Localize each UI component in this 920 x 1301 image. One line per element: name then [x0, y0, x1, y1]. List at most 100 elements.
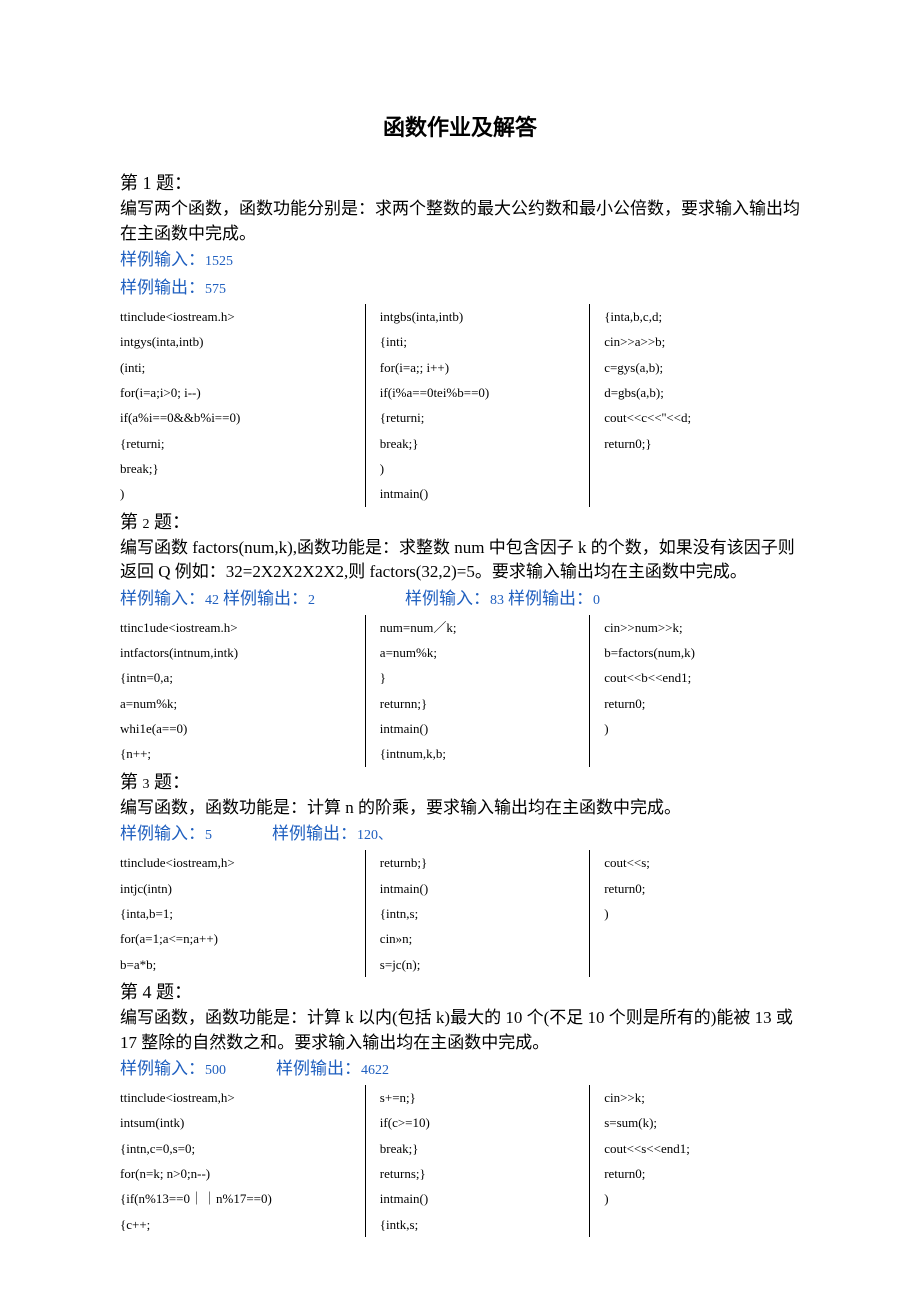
code-col-3: cin>>num>>k; b=factors(num,k) cout<<b<<e… — [589, 615, 800, 767]
code-line: break;} — [120, 456, 357, 481]
code-col-1: ttinclude<iostream.h> intgys(inta,intb) … — [120, 304, 365, 507]
code-line: cin>>num>>k; — [604, 615, 792, 640]
sample-out2-val: 0 — [593, 593, 600, 608]
code-line: cin>>k; — [604, 1085, 792, 1110]
heading-number: 2 — [143, 517, 150, 532]
code-line: break;} — [380, 431, 581, 456]
code-line: if(i%a==0tei%b==0) — [380, 380, 581, 405]
code-line: {intk,s; — [380, 1212, 581, 1237]
code-line: for(i=a;; i++) — [380, 355, 581, 380]
q1-sample-in: 样例输入：1525 — [120, 248, 800, 272]
q1-heading: 第 1 题： — [120, 170, 800, 197]
code-line: s=sum(k); — [604, 1110, 792, 1135]
code-line: {if(n%13==0｜｜n%17==0) — [120, 1186, 357, 1211]
code-line: {n++; — [120, 741, 357, 766]
code-line: whi1e(a==0) — [120, 716, 357, 741]
q2-desc: 编写函数 factors(num,k),函数功能是：求整数 num 中包含因子 … — [120, 536, 800, 585]
code-line: intgbs(inta,intb) — [380, 304, 581, 329]
sample-out-value: 575 — [205, 282, 226, 297]
q2-sample-line: 样例输入：42样例输出：2样例输入：83样例输出：0 — [120, 587, 800, 611]
sample-in1-val: 42 — [205, 593, 219, 608]
code-line: if(c>=10) — [380, 1110, 581, 1135]
code-line: {intn,s; — [380, 901, 581, 926]
code-line: intgys(inta,intb) — [120, 329, 357, 354]
code-line: return0; — [604, 691, 792, 716]
code-line: {returni; — [380, 405, 581, 430]
sample-in2-label: 样例输入： — [405, 589, 490, 608]
code-col-1: ttinclude<iostream,h> intsum(intk) {intn… — [120, 1085, 365, 1237]
code-col-1: ttinc1ude<iostream.h> intfactors(intnum,… — [120, 615, 365, 767]
code-col-2: s+=n;} if(c>=10) break;} returns;} intma… — [365, 1085, 589, 1237]
q4-heading: 第 4 题： — [120, 979, 800, 1006]
heading-prefix: 第 — [120, 512, 143, 532]
code-line: if(a%i==0&&b%i==0) — [120, 405, 357, 430]
q4-desc: 编写函数，函数功能是：计算 k 以内(包括 k)最大的 10 个(不足 10 个… — [120, 1006, 800, 1055]
q1-sample-out: 样例输出：575 — [120, 276, 800, 300]
q4-code: ttinclude<iostream,h> intsum(intk) {intn… — [120, 1085, 800, 1237]
code-col-2: intgbs(inta,intb) {inti; for(i=a;; i++) … — [365, 304, 589, 507]
code-line: } — [380, 665, 581, 690]
code-col-1: ttinclude<iostream,h> intjc(intn) {inta,… — [120, 850, 365, 977]
code-line: {intn=0,a; — [120, 665, 357, 690]
code-line: cout<<c<<''<<d; — [604, 405, 792, 430]
sample-out-label: 样例输出： — [272, 824, 357, 843]
code-line: (inti; — [120, 355, 357, 380]
code-line: returns;} — [380, 1161, 581, 1186]
sample-out1-label: 样例输出： — [223, 589, 308, 608]
code-line: s+=n;} — [380, 1085, 581, 1110]
sample-in1-label: 样例输入： — [120, 589, 205, 608]
sample-out-val: 120、 — [357, 828, 392, 843]
code-line: intfactors(intnum,intk) — [120, 640, 357, 665]
code-line: ttinclude<iostream.h> — [120, 304, 357, 329]
code-line: intmain() — [380, 1186, 581, 1211]
sample-in-label: 样例输入： — [120, 824, 205, 843]
code-line: intmain() — [380, 481, 581, 506]
code-line: for(i=a;i>0; i--) — [120, 380, 357, 405]
heading-prefix: 第 — [120, 772, 143, 792]
code-line: cout<<s; — [604, 850, 792, 875]
code-line: {inti; — [380, 329, 581, 354]
q3-code: ttinclude<iostream,h> intjc(intn) {inta,… — [120, 850, 800, 977]
q4-sample: 样例输入：500样例输出：4622 — [120, 1057, 800, 1081]
code-line: returnn;} — [380, 691, 581, 716]
code-line: {intn,c=0,s=0; — [120, 1136, 357, 1161]
code-line: {returni; — [120, 431, 357, 456]
code-line: for(n=k; n>0;n--) — [120, 1161, 357, 1186]
sample-out-label: 样例输出： — [120, 278, 205, 297]
code-line: cout<<s<<end1; — [604, 1136, 792, 1161]
page: 函数作业及解答 第 1 题： 编写两个函数，函数功能分别是：求两个整数的最大公约… — [0, 0, 920, 1301]
code-line: {inta,b,c,d; — [604, 304, 792, 329]
code-line: returnb;} — [380, 850, 581, 875]
sample-in-value: 1525 — [205, 254, 233, 269]
code-col-3: cout<<s; return0; ) — [589, 850, 800, 977]
sample-in-val: 5 — [205, 828, 212, 843]
code-col-3: cin>>k; s=sum(k); cout<<s<<end1; return0… — [589, 1085, 800, 1237]
code-line: cin»n; — [380, 926, 581, 951]
code-line: cin>>a>>b; — [604, 329, 792, 354]
code-line: return0;} — [604, 431, 792, 456]
code-col-2: returnb;} intmain() {intn,s; cin»n; s=jc… — [365, 850, 589, 977]
code-line: b=factors(num,k) — [604, 640, 792, 665]
code-line: ) — [604, 716, 792, 741]
q3-heading: 第 3 题： — [120, 769, 800, 796]
sample-out-val: 4622 — [361, 1063, 389, 1078]
code-line: intmain() — [380, 716, 581, 741]
code-col-2: num=num／k; a=num%k; } returnn;} intmain(… — [365, 615, 589, 767]
q1-desc: 编写两个函数，函数功能分别是：求两个整数的最大公约数和最小公倍数，要求输入输出均… — [120, 197, 800, 246]
code-line: a=num%k; — [380, 640, 581, 665]
heading-suffix: 题： — [150, 512, 191, 532]
code-line: {intnum,k,b; — [380, 741, 581, 766]
q2-code: ttinc1ude<iostream.h> intfactors(intnum,… — [120, 615, 800, 767]
code-line: return0; — [604, 1161, 792, 1186]
sample-in-label: 样例输入： — [120, 1059, 205, 1078]
code-line: a=num%k; — [120, 691, 357, 716]
code-line: ) — [380, 456, 581, 481]
code-line: return0; — [604, 876, 792, 901]
page-title: 函数作业及解答 — [120, 110, 800, 142]
q3-sample: 样例输入：5 样例输出：120、 — [120, 822, 800, 846]
code-line: ) — [604, 901, 792, 926]
q2-heading: 第 2 题： — [120, 509, 800, 536]
code-line: b=a*b; — [120, 952, 357, 977]
code-line: ttinclude<iostream,h> — [120, 850, 357, 875]
q1-code: ttinclude<iostream.h> intgys(inta,intb) … — [120, 304, 800, 507]
